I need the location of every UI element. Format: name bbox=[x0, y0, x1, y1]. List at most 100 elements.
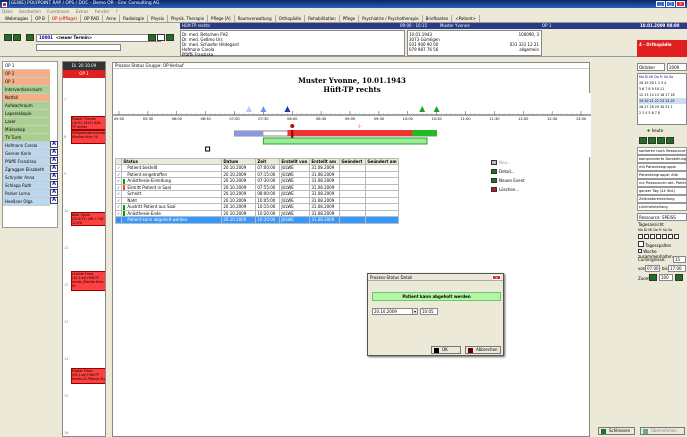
zoom-in-button[interactable] bbox=[675, 274, 683, 281]
tab-7[interactable]: Physik. Therapie bbox=[168, 15, 209, 22]
resource-filter-icon[interactable] bbox=[50, 85, 58, 92]
tagesspalten-field[interactable]: Tagesspalten bbox=[638, 241, 671, 248]
resource-filter-icon[interactable]: A bbox=[50, 165, 58, 172]
option-item[interactable]: nur Ressourcen akt. Patient bbox=[637, 179, 687, 187]
resource-filter-icon[interactable] bbox=[50, 77, 58, 84]
resource-item[interactable]: Parker Lorna bbox=[3, 190, 50, 198]
resource-filter-icon[interactable]: A bbox=[50, 173, 58, 180]
tab-9[interactable]: Raumverwaltung bbox=[235, 15, 276, 22]
tab-0[interactable]: Webmagies bbox=[2, 15, 33, 22]
option-item[interactable]: ganzer Tag (24 Std.) bbox=[637, 187, 687, 195]
view-week-button[interactable] bbox=[648, 137, 656, 144]
search-field[interactable] bbox=[36, 44, 121, 51]
column-header[interactable]: Erstellt von bbox=[279, 158, 311, 165]
resource-filter-icon[interactable]: A bbox=[50, 197, 58, 204]
dialog-ok-button[interactable]: OK bbox=[431, 346, 461, 354]
resource-item[interactable]: TV Turm bbox=[3, 134, 50, 142]
resource-item[interactable]: Pfäffli Franziska bbox=[3, 158, 50, 166]
column-header[interactable]: Geändert am bbox=[365, 158, 399, 165]
tab-1[interactable]: OP B bbox=[32, 15, 49, 22]
option-item[interactable]: mit Patientengruppe bbox=[637, 163, 687, 171]
menu-bearbeiten[interactable]: Bearbeiten bbox=[19, 9, 41, 14]
resource-item[interactable]: Interventionsraum bbox=[3, 86, 50, 94]
resource-item[interactable]: Notfall bbox=[3, 94, 50, 102]
resource-item[interactable]: Heeßner Olga bbox=[3, 198, 50, 206]
tab-11[interactable]: Rehabilitation bbox=[305, 15, 340, 22]
appointment-block[interactable]: Alter Sylvie (25.6.57) (HB + HLT 12:05) bbox=[71, 212, 105, 226]
zoom-field[interactable]: 100 bbox=[659, 274, 673, 281]
resource-item[interactable]: OP 2 bbox=[3, 70, 50, 78]
resource-item[interactable]: Zgraggen Elisabeth bbox=[3, 166, 50, 174]
column-header[interactable]: Erstellt am bbox=[309, 158, 341, 165]
today-button[interactable]: ✚ heute bbox=[639, 127, 663, 134]
menu-fenster[interactable]: Fenster bbox=[95, 9, 110, 14]
close-button[interactable]: × bbox=[676, 1, 685, 7]
resource-item[interactable]: Laparoskopie bbox=[3, 110, 50, 118]
nav-first-button[interactable] bbox=[4, 34, 12, 41]
resource-filter-icon[interactable] bbox=[50, 61, 58, 68]
tab-8[interactable]: Pflege [A] bbox=[208, 15, 235, 22]
resource-filter-icon[interactable] bbox=[50, 117, 58, 124]
resource-filter-icon[interactable]: A bbox=[50, 181, 58, 188]
resource-item[interactable]: OP 1 bbox=[3, 62, 50, 70]
ressource-select[interactable]: Ressource: SPEISS bbox=[637, 213, 687, 221]
tab-5[interactable]: Radiologie bbox=[120, 15, 149, 22]
option-item[interactable]: Zeitrastereinteilung bbox=[637, 195, 687, 203]
tab-2[interactable]: OP (offflage) bbox=[49, 15, 81, 22]
side-button-1[interactable]: Detail... bbox=[491, 168, 515, 175]
schliessen-button[interactable]: Schliessen bbox=[598, 427, 635, 435]
tab-4[interactable]: Acne bbox=[103, 15, 121, 22]
menu-funktionen[interactable]: Funktionen bbox=[47, 9, 69, 14]
resource-item[interactable]: Schryder Anna bbox=[3, 174, 50, 182]
column-header[interactable]: Geändert bbox=[339, 158, 367, 165]
zoom-out-button[interactable] bbox=[649, 274, 657, 281]
resource-filter-icon[interactable]: A bbox=[50, 157, 58, 164]
option-item[interactable]: Linieneinteilung bbox=[637, 203, 687, 211]
side-button-0[interactable]: Neu... bbox=[491, 159, 511, 166]
dialog-date-dropdown[interactable]: ▾ bbox=[412, 308, 418, 315]
resource-filter-icon[interactable]: A bbox=[50, 141, 58, 148]
resource-item[interactable]: Genner Karin bbox=[3, 150, 50, 158]
resource-filter-icon[interactable] bbox=[50, 133, 58, 140]
appointment-block[interactable]: Muster Yvonne (10.01.1943) Hüft-TP recht… bbox=[71, 116, 105, 130]
weekday-checkboxes[interactable]: Mo Di Mi Do Fr Sa So bbox=[638, 228, 672, 232]
dialog-cancel-button[interactable]: Abbrechen bbox=[465, 346, 501, 354]
calendar-week[interactable]: 2 3 4 5 6 7 8 bbox=[639, 110, 686, 116]
view-day-button[interactable] bbox=[639, 137, 647, 144]
tab-10[interactable]: Orthopädie bbox=[276, 15, 306, 22]
tab-6[interactable]: Physio bbox=[148, 15, 169, 22]
resource-filter-icon[interactable] bbox=[50, 125, 58, 132]
month-select[interactable]: Oktober bbox=[637, 63, 665, 71]
resource-filter-icon[interactable] bbox=[50, 69, 58, 76]
option-item[interactable]: kompromierte Darstellung bbox=[637, 155, 687, 163]
resource-item[interactable]: Aufwachraum bbox=[3, 102, 50, 110]
resource-item[interactable]: Schlapp Ruth bbox=[3, 182, 50, 190]
side-button-2[interactable]: Neuen Event bbox=[491, 177, 525, 184]
bis-field[interactable]: 17:00 bbox=[668, 265, 686, 272]
resource-filter-icon[interactable] bbox=[50, 109, 58, 116]
open-button[interactable] bbox=[166, 34, 174, 41]
option-item[interactable]: Patientengruppe: Alle bbox=[637, 171, 687, 179]
tab-12[interactable]: Pflege bbox=[340, 15, 360, 22]
side-button-3[interactable]: Löschen... bbox=[491, 186, 519, 193]
resource-filter-icon[interactable] bbox=[50, 101, 58, 108]
view-list-button[interactable] bbox=[666, 137, 674, 144]
nav-next-button[interactable] bbox=[26, 34, 34, 41]
status-row[interactable]: ✓ Patient kann abgeholt werden 20.10.2009 1… bbox=[114, 216, 399, 224]
menu-help[interactable]: ? bbox=[116, 9, 118, 14]
resource-filter-icon[interactable]: A bbox=[50, 149, 58, 156]
option-item[interactable]: sortieren nach Ressourcen bbox=[637, 147, 687, 155]
search-button[interactable] bbox=[148, 34, 156, 41]
uebernehmen-button[interactable]: Übernehmen bbox=[640, 427, 685, 435]
resource-item[interactable]: Laser bbox=[3, 118, 50, 126]
resource-filter-icon[interactable]: A bbox=[50, 189, 58, 196]
appointment-block[interactable]: Lindner Franz (10.2.xx) Hüft-TP rechts (… bbox=[71, 271, 105, 291]
minimize-button[interactable]: _ bbox=[656, 1, 665, 7]
tab-13[interactable]: Psychiatrie / Psychotherapie bbox=[359, 15, 423, 22]
dialog-date-field[interactable]: 20.10.2009 bbox=[372, 308, 417, 315]
clear-button[interactable] bbox=[157, 34, 165, 41]
tab-14[interactable]: Briefkasten bbox=[423, 15, 453, 22]
tab-15[interactable]: <Patient> bbox=[452, 15, 480, 22]
menu-extras[interactable]: Extras bbox=[76, 9, 89, 14]
resource-item[interactable]: OP 3 bbox=[3, 78, 50, 86]
